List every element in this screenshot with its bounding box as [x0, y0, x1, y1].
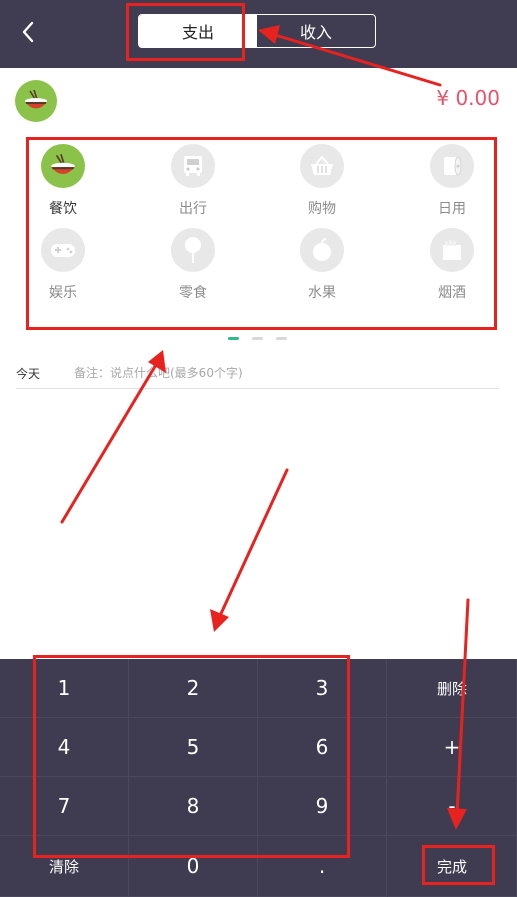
category-label: 日用 — [438, 201, 466, 217]
key-6[interactable]: 6 — [258, 718, 387, 777]
category-label: 娱乐 — [49, 285, 77, 301]
expense-income-toggle: 支出 收入 — [138, 14, 376, 48]
category-dining[interactable]: 餐饮 — [23, 144, 103, 218]
page-dot-active — [228, 337, 239, 340]
number-keypad: 1 2 3 删除 4 5 6 + 7 8 9 - 清除 0 . 完成 — [0, 659, 517, 897]
key-2[interactable]: 2 — [129, 659, 258, 718]
category-snacks[interactable]: 零食 — [153, 228, 233, 302]
tissue-roll-icon — [430, 144, 474, 188]
chevron-left-icon — [22, 21, 34, 43]
arrow-head — [210, 609, 229, 632]
date-selector[interactable]: 今天 — [16, 365, 40, 382]
category-fruit[interactable]: 水果 — [282, 228, 362, 302]
category-label: 购物 — [308, 201, 336, 217]
top-bar: 支出 收入 — [0, 0, 517, 68]
cigarette-box-icon — [430, 228, 474, 272]
done-key[interactable]: 完成 — [388, 836, 517, 897]
category-daily-use[interactable]: 日用 — [412, 144, 492, 218]
category-label: 餐饮 — [49, 201, 77, 217]
page-dot — [252, 337, 263, 340]
memo-row: 今天 — [16, 362, 499, 389]
selected-category-icon — [15, 80, 57, 122]
category-grid: 餐饮 出行 购物 日用 娱乐 零食 水果 烟酒 — [29, 140, 495, 328]
category-entertainment[interactable]: 娱乐 — [23, 228, 103, 302]
key-1[interactable]: 1 — [0, 659, 129, 718]
plus-key[interactable]: + — [388, 718, 517, 777]
gamepad-icon — [41, 228, 85, 272]
bus-icon — [171, 144, 215, 188]
page-indicator — [228, 337, 287, 340]
key-0[interactable]: 0 — [129, 836, 258, 897]
category-transport[interactable]: 出行 — [153, 144, 233, 218]
key-9[interactable]: 9 — [258, 777, 387, 836]
page-dot — [276, 337, 287, 340]
back-button[interactable] — [14, 17, 42, 47]
amount-display: ¥ 0.00 — [436, 86, 500, 110]
shopping-basket-icon — [300, 144, 344, 188]
rice-bowl-icon — [41, 144, 85, 188]
category-shopping[interactable]: 购物 — [282, 144, 362, 218]
lollipop-icon — [171, 228, 215, 272]
category-label: 零食 — [179, 285, 207, 301]
key-5[interactable]: 5 — [129, 718, 258, 777]
minus-key[interactable]: - — [388, 777, 517, 836]
category-label: 出行 — [179, 201, 207, 217]
tab-income[interactable]: 收入 — [257, 15, 375, 47]
decimal-key[interactable]: . — [258, 836, 387, 897]
category-label: 水果 — [308, 285, 336, 301]
key-3[interactable]: 3 — [258, 659, 387, 718]
delete-key[interactable]: 删除 — [388, 659, 517, 718]
clear-key[interactable]: 清除 — [0, 836, 129, 897]
memo-input[interactable] — [74, 362, 494, 384]
tab-expense[interactable]: 支出 — [139, 15, 257, 47]
arrow-line — [217, 468, 289, 620]
key-8[interactable]: 8 — [129, 777, 258, 836]
rice-bowl-icon — [25, 89, 47, 109]
apple-icon — [300, 228, 344, 272]
key-7[interactable]: 7 — [0, 777, 129, 836]
category-tobacco-alcohol[interactable]: 烟酒 — [412, 228, 492, 302]
category-label: 烟酒 — [438, 285, 466, 301]
key-4[interactable]: 4 — [0, 718, 129, 777]
